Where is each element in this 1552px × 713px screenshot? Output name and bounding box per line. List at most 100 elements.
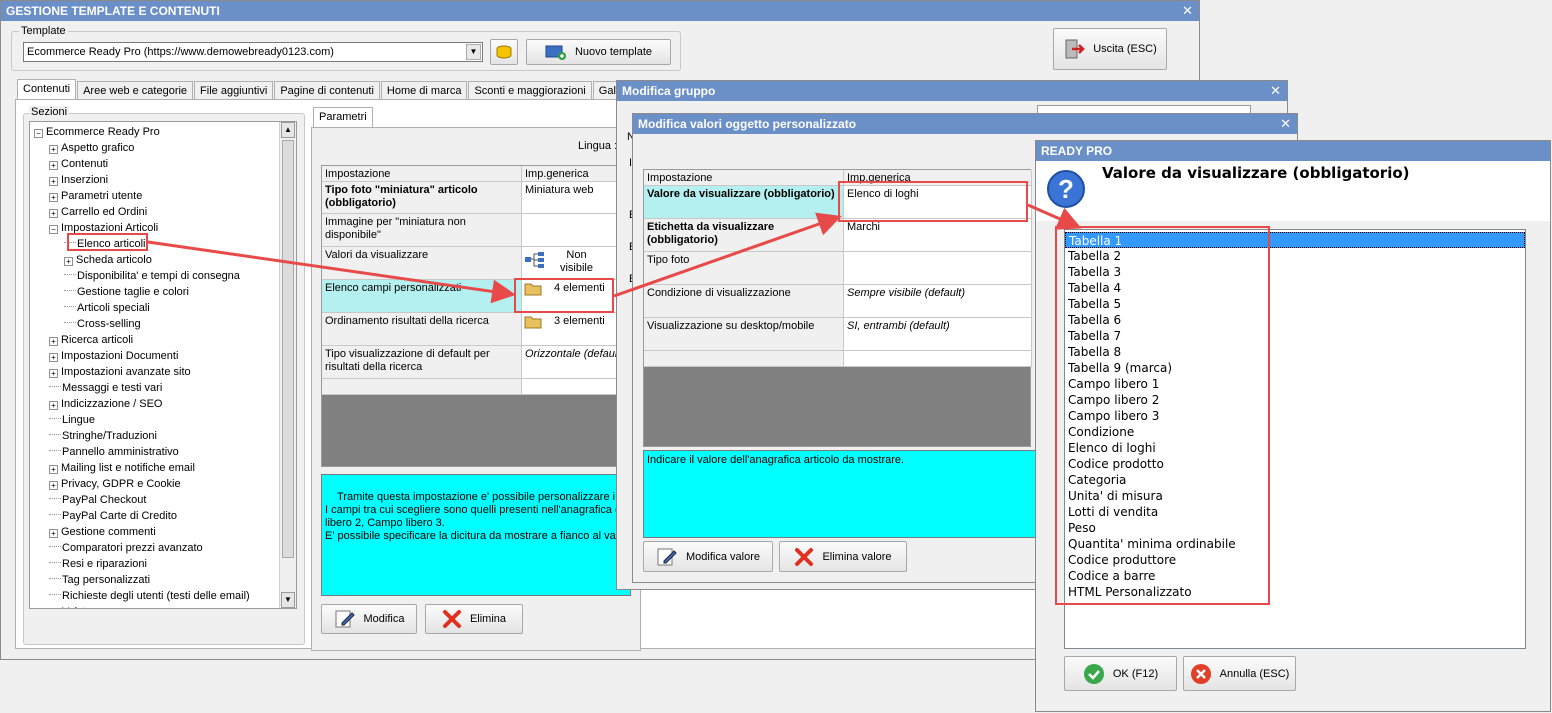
tree-item[interactable]: Articoli speciali	[64, 300, 150, 316]
tab-pagine-contenuti[interactable]: Pagine di contenuti	[274, 81, 380, 101]
tree-item[interactable]: Messaggi e testi vari	[49, 380, 162, 396]
modifica-valore-button[interactable]: Modifica valore	[643, 541, 773, 572]
exit-button[interactable]: Uscita (ESC)	[1053, 28, 1167, 70]
tree-item[interactable]: PayPal Carte di Credito	[49, 508, 177, 524]
tree-item[interactable]: + Parametri utente	[49, 188, 142, 204]
tree-item-label: Gestione taglie e colori	[77, 286, 189, 298]
valori-row[interactable]: Etichetta da visualizzare (obbligatorio)…	[644, 219, 1032, 252]
tree-item[interactable]: Disponibilita' e tempi di consegna	[64, 268, 240, 284]
tree-scrollbar[interactable]: ▲ ▼	[279, 122, 296, 608]
new-template-button[interactable]: Nuovo template	[526, 39, 671, 65]
tree-item[interactable]: + Impostazioni avanzate sito	[49, 364, 191, 380]
tree-item[interactable]: Tag personalizzati	[49, 572, 150, 588]
expand-icon[interactable]: +	[49, 161, 58, 170]
gruppo-close-icon[interactable]: ✕	[1270, 81, 1281, 101]
tab-sconti[interactable]: Sconti e maggiorazioni	[468, 81, 592, 101]
tree-item[interactable]: Lingue	[49, 412, 95, 428]
tab-file-aggiuntivi[interactable]: File aggiuntivi	[194, 81, 274, 101]
tree-item[interactable]: + Scheda articolo	[64, 252, 152, 268]
tab-aree-web[interactable]: Aree web e categorie	[77, 81, 194, 101]
valori-row-name: Condizione di visualizzazione	[644, 285, 844, 318]
new-template-label: Nuovo template	[574, 46, 653, 58]
expand-icon[interactable]: +	[49, 401, 58, 410]
expand-icon[interactable]: +	[64, 257, 73, 266]
main-close-icon[interactable]: ✕	[1182, 1, 1193, 21]
tree-item[interactable]: + Ricerca articoli	[49, 332, 133, 348]
tree-item[interactable]: Richieste degli utenti (testi delle emai…	[49, 588, 250, 604]
tree-connector	[64, 306, 76, 307]
grid-row[interactable]: Immagine per "miniatura non disponibile"	[322, 214, 632, 247]
gruppo-titlebar: Modifica gruppo ✕	[617, 81, 1287, 101]
tab-parametri[interactable]: Parametri	[313, 107, 373, 129]
expand-icon[interactable]: +	[49, 145, 58, 154]
valori-row[interactable]: Condizione di visualizzazione Sempre vis…	[644, 285, 1032, 318]
expand-icon[interactable]: +	[49, 209, 58, 218]
annulla-button[interactable]: Annulla (ESC)	[1183, 656, 1296, 691]
sections-tree[interactable]: − Ecommerce Ready Pro + Aspetto grafico + Con…	[29, 121, 297, 609]
grid-row-name: Elenco campi personalizzati	[322, 280, 522, 313]
tree-item[interactable]: + Carrello ed Ordini	[49, 204, 147, 220]
elimina-button[interactable]: Elimina	[425, 604, 523, 634]
ok-button[interactable]: OK (F12)	[1064, 656, 1177, 691]
tree-item[interactable]: + Impostazioni Documenti	[49, 348, 178, 364]
tab-contenuti[interactable]: Contenuti	[17, 79, 77, 101]
valori-row-value[interactable]	[844, 252, 1032, 285]
modifica-button[interactable]: Modifica	[321, 604, 417, 634]
tree-item[interactable]: + Indicizzazione / SEO	[49, 396, 163, 412]
collapse-icon[interactable]: −	[34, 129, 43, 138]
valori-close-icon[interactable]: ✕	[1280, 114, 1291, 134]
template-select[interactable]: Ecommerce Ready Pro (https://www.demoweb…	[23, 42, 483, 62]
tree-item[interactable]: + Mailing list e notifiche email	[49, 460, 195, 476]
tree-item[interactable]: Pannello amministrativo	[49, 444, 179, 460]
grid-row[interactable]: Ordinamento risultati della ricerca 3 el…	[322, 313, 632, 346]
grid-row[interactable]: Tipo visualizzazione di default per risu…	[322, 346, 632, 379]
elimina-valore-button[interactable]: Elimina valore	[779, 541, 907, 572]
expand-icon[interactable]: +	[49, 369, 58, 378]
tree-item[interactable]: + Contenuti	[49, 156, 108, 172]
valori-row[interactable]: Tipo foto	[644, 252, 1032, 285]
tree-item[interactable]: Stringhe/Traduzioni	[49, 428, 157, 444]
tree-item[interactable]: PayPal Checkout	[49, 492, 146, 508]
valori-row-blank	[644, 351, 1032, 367]
settings-grid[interactable]: Impostazione Imp.generica Tipo foto "min…	[321, 165, 632, 467]
expand-icon[interactable]: +	[49, 337, 58, 346]
tree-item[interactable]: + Gestione commenti	[49, 524, 156, 540]
highlight-4-elementi	[514, 278, 614, 313]
tree-item[interactable]: Comparatori prezzi avanzato	[49, 540, 203, 556]
expand-icon[interactable]: +	[49, 481, 58, 490]
tree-item[interactable]: + Privacy, GDPR e Cookie	[49, 476, 181, 492]
expand-icon[interactable]: +	[49, 193, 58, 202]
tab-home-marca[interactable]: Home di marca	[380, 81, 468, 101]
collapse-icon[interactable]: −	[49, 225, 58, 234]
tree-item[interactable]: Valute	[49, 604, 92, 608]
expand-icon[interactable]: +	[49, 353, 58, 362]
tree-item[interactable]: + Inserzioni	[49, 172, 108, 188]
elimina-label: Elimina	[469, 613, 507, 625]
valori-row[interactable]: Visualizzazione su desktop/mobile SI, en…	[644, 318, 1032, 351]
scroll-thumb[interactable]	[282, 140, 294, 558]
scroll-down-icon[interactable]: ▼	[281, 592, 295, 608]
template-select-value: Ecommerce Ready Pro (https://www.demoweb…	[27, 46, 334, 58]
grid-row-name: Ordinamento risultati della ricerca	[322, 313, 522, 346]
grid-row[interactable]: Valori da visualizzare Non visibile	[322, 247, 632, 280]
expand-icon[interactable]: +	[49, 529, 58, 538]
valori-row-value[interactable]: Sempre visibile (default)	[844, 285, 1032, 318]
tree-item[interactable]: Cross-selling	[64, 316, 141, 332]
tree-item[interactable]: + Aspetto grafico	[49, 140, 134, 156]
valori-row-value[interactable]: Marchi	[844, 219, 1032, 252]
tree-connector	[64, 274, 76, 275]
database-button[interactable]	[490, 39, 518, 65]
tree-item[interactable]: − Ecommerce Ready Pro	[34, 124, 160, 140]
grid-header: Impostazione Imp.generica	[322, 166, 632, 182]
valori-row-value[interactable]: SI, entrambi (default)	[844, 318, 1032, 351]
tree-item[interactable]: Resi e riparazioni	[49, 556, 147, 572]
valori-row-name: Tipo foto	[644, 252, 844, 285]
scroll-up-icon[interactable]: ▲	[281, 122, 295, 138]
expand-icon[interactable]: +	[49, 177, 58, 186]
chevron-down-icon[interactable]: ▼	[466, 44, 481, 60]
grid-row[interactable]: Tipo foto "miniatura" articolo (obbligat…	[322, 182, 632, 214]
tree-item-label: Scheda articolo	[76, 254, 152, 266]
dialog-title: READY PRO	[1041, 144, 1113, 158]
expand-icon[interactable]: +	[49, 465, 58, 474]
tree-item[interactable]: Gestione taglie e colori	[64, 284, 189, 300]
